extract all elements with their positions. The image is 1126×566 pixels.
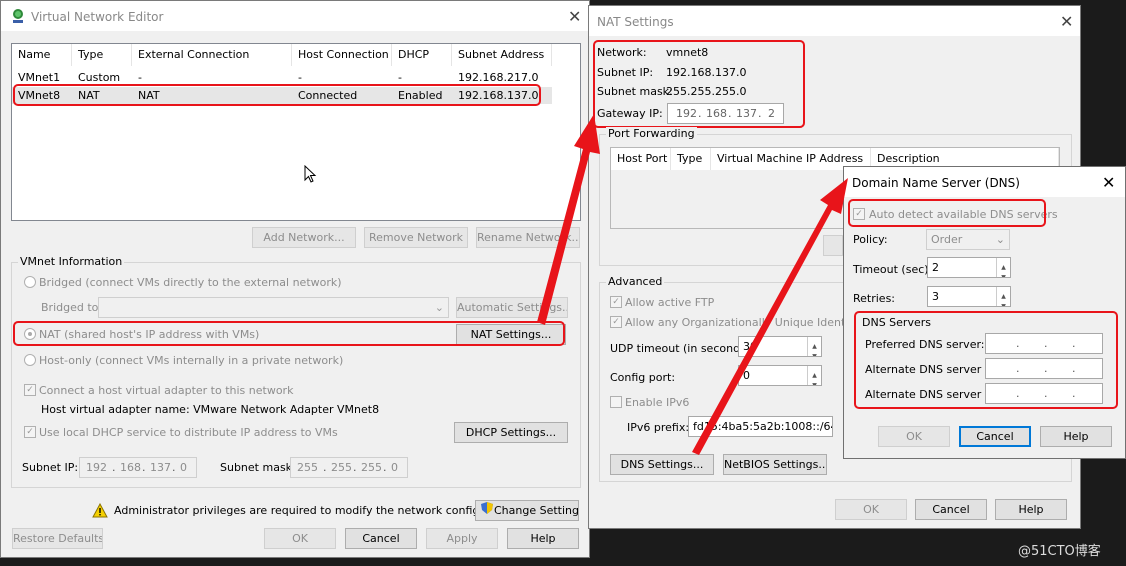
arrow-dns-button-to-dialog (692, 178, 848, 455)
watermark: @51CTO博客 (1018, 544, 1101, 559)
annotation-arrows (537, 114, 848, 455)
arrow-nat-to-nat-settings (537, 114, 600, 325)
